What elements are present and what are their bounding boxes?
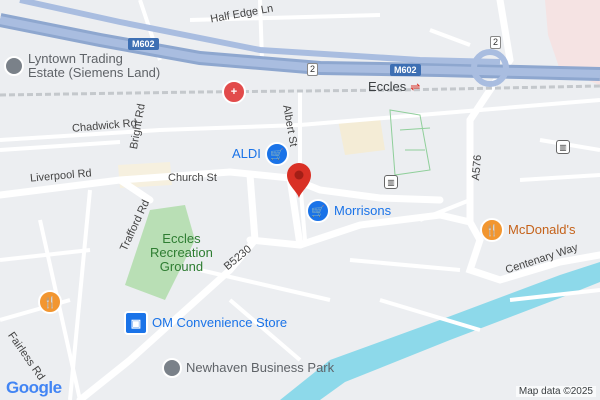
cart-icon: 🛒 — [306, 199, 330, 223]
map-view[interactable]: Half Edge Ln M602 M602 2 2 Chadwick Rd B… — [0, 0, 600, 400]
rec-ground-line1: Eccles — [162, 231, 201, 246]
road-label-a576: A576 — [470, 154, 485, 182]
mcdonalds-label: McDonald's — [508, 222, 576, 237]
transit-icon[interactable]: ▥ — [384, 175, 398, 189]
rec-ground-line2: Recreation — [150, 245, 213, 260]
m602-shield: M602 — [390, 64, 421, 76]
poi-mcdonalds[interactable]: 🍴 McDonald's — [480, 218, 576, 242]
poi-aldi[interactable]: ALDI 🛒 — [232, 142, 289, 166]
om-store-label: OM Convenience Store — [152, 315, 288, 330]
place-icon — [162, 358, 182, 378]
poi-eccles-station[interactable]: Eccles ⇌ — [368, 79, 421, 95]
road-label-church-st: Church St — [168, 172, 217, 184]
morrisons-label: Morrisons — [334, 203, 392, 218]
map-marker-icon[interactable] — [287, 163, 311, 199]
eccles-label: Eccles — [368, 79, 407, 94]
poi-morrisons[interactable]: 🛒 Morrisons — [306, 199, 391, 223]
poi-lyntown-line1: Lyntown Trading — [28, 51, 123, 66]
food-icon[interactable]: 🍴 — [38, 290, 62, 314]
poi-newhaven-business-park[interactable]: Newhaven Business Park — [162, 358, 334, 378]
rec-ground-line3: Ground — [159, 259, 204, 274]
map-data-attribution[interactable]: Map data ©2025 — [515, 386, 596, 397]
poi-lyntown-line2: Estate (Siemens Land) — [28, 65, 161, 80]
transit-icon[interactable]: ▥ — [556, 140, 570, 154]
poi-lyntown[interactable]: Lyntown Trading Estate (Siemens Land) — [4, 52, 160, 80]
rail-icon: ⇌ — [410, 80, 421, 94]
river — [280, 262, 600, 400]
store-icon: ▣ — [124, 311, 148, 335]
m602-shield: M602 — [128, 38, 159, 50]
aldi-label: ALDI — [232, 146, 261, 161]
commercial-area — [338, 118, 385, 155]
poi-om-convenience-store[interactable]: ▣ OM Convenience Store — [124, 311, 287, 335]
place-icon — [4, 56, 24, 76]
junction-number: 2 — [307, 63, 319, 76]
poi-eccles-recreation-ground[interactable]: Eccles Recreation Ground — [150, 232, 213, 274]
food-icon: 🍴 — [480, 218, 504, 242]
google-logo[interactable]: Google — [6, 378, 62, 398]
junction-number: 2 — [490, 36, 502, 49]
hospital-icon[interactable]: + — [222, 80, 246, 104]
newhaven-label: Newhaven Business Park — [186, 360, 335, 375]
cart-icon: 🛒 — [264, 142, 289, 166]
